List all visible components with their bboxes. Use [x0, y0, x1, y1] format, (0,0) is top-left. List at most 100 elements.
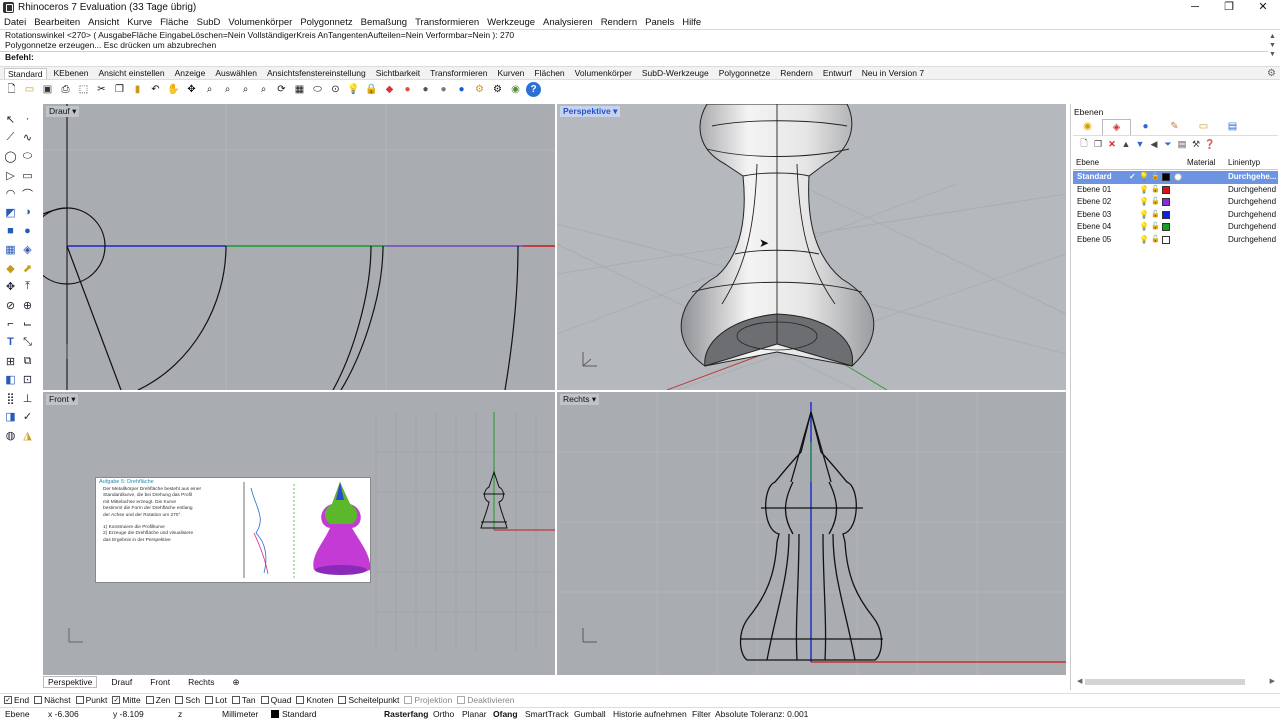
layer-color-swatch[interactable] — [1162, 173, 1170, 181]
settings-icon[interactable]: ⚙ — [472, 82, 487, 97]
sphere-solid-icon[interactable]: ● — [19, 223, 36, 239]
layer-tools-icon[interactable]: ⚒ — [1189, 139, 1203, 150]
osnap-checkbox[interactable]: ✓ — [112, 696, 121, 704]
tab-rendern[interactable]: Rendern — [777, 68, 816, 78]
layer-color-swatch[interactable] — [1162, 223, 1170, 232]
osnap-sch[interactable]: Sch — [175, 695, 200, 705]
menu-subd[interactable]: SubD — [197, 17, 221, 28]
subd-icon[interactable]: ◈ — [19, 241, 36, 257]
layer-lock-icon[interactable]: 🔓 — [1151, 234, 1160, 247]
block-icon[interactable]: ⧉ — [19, 353, 36, 369]
render-material-icon[interactable]: ◍ — [2, 427, 19, 443]
viewport-perspective-label[interactable]: Perspektive ▾ — [560, 106, 621, 117]
menu-bearbeiten[interactable]: Bearbeiten — [34, 17, 80, 28]
osnap-checkbox[interactable] — [404, 696, 413, 704]
osnap-checkbox[interactable] — [145, 696, 154, 704]
menu-datei[interactable]: Datei — [4, 17, 26, 28]
help-icon[interactable]: ? — [526, 82, 541, 97]
layer-row[interactable]: Ebene 04 💡 🔓 Durchgehend — [1073, 221, 1278, 234]
osnap-deaktivieren[interactable]: Deaktivieren — [457, 695, 514, 705]
properties-icon[interactable]: ⚙ — [490, 82, 505, 97]
layer-linetype[interactable]: Durchgehend — [1228, 196, 1276, 209]
osnap-punkt[interactable]: Punkt — [75, 695, 107, 705]
col-material-header[interactable]: Material — [1187, 158, 1215, 167]
tab-anzeige[interactable]: Anzeige — [172, 68, 209, 78]
help-tab-icon[interactable]: ▤ — [1218, 119, 1247, 135]
move-icon[interactable]: ✥ — [2, 279, 19, 295]
edit-points-icon[interactable]: ⊕ — [19, 297, 36, 313]
layer-linetype[interactable]: Durchgehend — [1228, 234, 1276, 247]
group-icon[interactable]: ⊞ — [2, 353, 19, 369]
move-down-icon[interactable]: ▼ — [1133, 139, 1147, 149]
osnap-lot[interactable]: Lot — [205, 695, 227, 705]
viewport-tab-drauf[interactable]: Drauf — [107, 677, 136, 687]
menu-transformieren[interactable]: Transformieren — [415, 17, 479, 28]
smarttrack-toggle[interactable]: SmartTrack — [525, 709, 569, 719]
boolean-icon[interactable]: ◆ — [2, 260, 19, 276]
paste-icon[interactable]: ▮ — [130, 82, 145, 97]
osnap-mitte[interactable]: ✓ Mitte — [112, 695, 141, 705]
osnap-checkbox[interactable] — [205, 696, 214, 704]
tab-sichtbarkeit[interactable]: Sichtbarkeit — [373, 68, 423, 78]
reference-picture-frame[interactable]: Aufgabe 5: Drehfläche Der Metallkörper D… — [95, 477, 371, 583]
layer-lock-icon[interactable]: 🔓 — [1151, 196, 1160, 209]
col-layer-header[interactable]: Ebene — [1076, 158, 1099, 167]
trim-icon[interactable]: ⌐ — [2, 316, 19, 332]
check-icon[interactable]: ✓ — [19, 409, 36, 425]
rotate-icon[interactable]: ⟳ — [274, 82, 289, 97]
command-prompt-input[interactable]: Befehl: — [0, 51, 1268, 62]
rotate-view-icon[interactable]: ✥ — [184, 82, 199, 97]
cut-icon[interactable]: ✂ — [94, 82, 109, 97]
menu-bemassung[interactable]: Bemaßung — [361, 17, 407, 28]
osnap-checkbox[interactable] — [457, 696, 466, 704]
zoom-extents-icon[interactable]: ⌕ — [238, 82, 253, 97]
osnap-checkbox[interactable] — [338, 696, 347, 704]
material-sphere-icon[interactable]: ● — [418, 82, 433, 97]
osnap-nächst[interactable]: Nächst — [34, 695, 71, 705]
osnap-zen[interactable]: Zen — [145, 695, 170, 705]
units-status[interactable]: Millimeter — [222, 709, 258, 719]
text-icon[interactable]: T — [2, 334, 19, 350]
viewport-front-label[interactable]: Front ▾ — [46, 394, 79, 405]
pan-icon[interactable]: ✋ — [166, 82, 181, 97]
menu-rendern[interactable]: Rendern — [601, 17, 637, 28]
rectangle-icon[interactable]: ▭ — [19, 167, 36, 183]
osnap-projektion[interactable]: Projektion — [404, 695, 452, 705]
box-icon[interactable]: ■ — [2, 223, 19, 239]
layer-linetype[interactable]: Durchgehend — [1228, 221, 1276, 234]
analyze-icon[interactable]: ◨ — [2, 409, 19, 425]
viewport-tab-rechts[interactable]: Rechts — [184, 677, 218, 687]
layer-lock-icon[interactable]: 🔓 — [1151, 171, 1160, 184]
layer-linetype[interactable]: Durchgehend — [1228, 209, 1276, 222]
camera-icon[interactable]: ⊡ — [19, 372, 36, 388]
layer-lock-icon[interactable]: 🔓 — [1151, 184, 1160, 197]
new-file-icon[interactable]: 🗋 — [4, 82, 19, 97]
tab-flaechen[interactable]: Flächen — [531, 68, 567, 78]
filter-toggle[interactable]: Filter — [692, 709, 711, 719]
curve-icon[interactable]: ∿ — [19, 130, 36, 146]
add-viewport-tab-icon[interactable]: ⊕ — [229, 677, 244, 688]
layer-linetype[interactable]: Durchgehend — [1228, 184, 1276, 197]
current-layer-check-icon[interactable]: ✓ — [1129, 171, 1136, 184]
layer-linetype[interactable]: Durchgehe... — [1228, 171, 1276, 184]
render-icon[interactable]: ◉ — [508, 82, 523, 97]
zoom-icon[interactable]: ⌕ — [202, 82, 217, 97]
cplane-status[interactable]: Ebene — [5, 709, 30, 719]
layer-visible-icon[interactable]: 💡 — [1139, 209, 1149, 222]
tab-entwurf[interactable]: Entwurf — [820, 68, 855, 78]
surface-icon[interactable]: ◩ — [2, 204, 19, 220]
current-layer-status[interactable]: Standard — [271, 709, 317, 719]
display-tab-icon[interactable]: ● — [1131, 119, 1160, 135]
osnap-checkbox[interactable] — [260, 696, 269, 704]
menu-volumenkoerper[interactable]: Volumenkörper — [228, 17, 292, 28]
filter-icon[interactable]: ⏷ — [1161, 139, 1175, 150]
gumball-arrow-icon[interactable]: ⬈ — [19, 260, 36, 276]
layer-row[interactable]: Standard ✓ 💡 🔓 Durchgehe... — [1073, 171, 1278, 184]
extrude-icon[interactable]: ⤒ — [19, 279, 36, 295]
arc-icon[interactable]: ◠ — [2, 186, 19, 202]
viewport-perspective[interactable]: ➤ Perspektive ▾ — [557, 104, 1066, 390]
point-icon[interactable]: · — [19, 111, 36, 127]
tab-volumenkoerper[interactable]: Volumenkörper — [572, 68, 635, 78]
menu-hilfe[interactable]: Hilfe — [682, 17, 701, 28]
properties-tab-icon[interactable]: ◉ — [1073, 119, 1102, 135]
